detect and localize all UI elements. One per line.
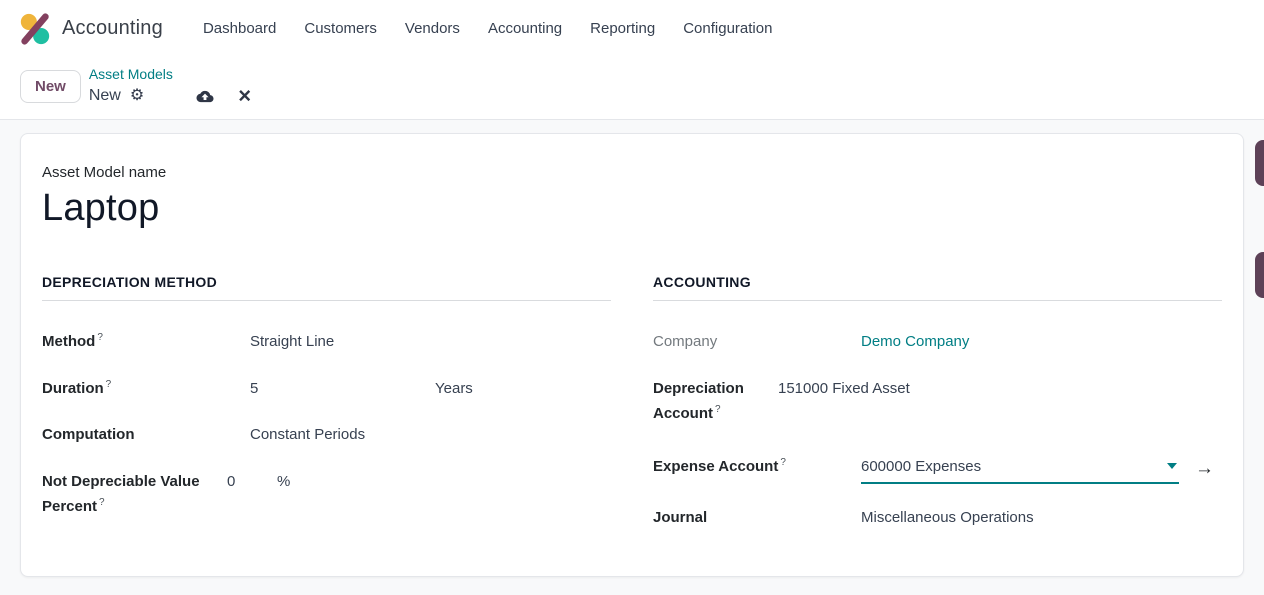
- menu-vendors[interactable]: Vendors: [391, 12, 474, 45]
- side-panel-tab-top[interactable]: [1255, 140, 1264, 186]
- duration-input[interactable]: 5: [250, 376, 435, 402]
- main-menu: Dashboard Customers Vendors Accounting R…: [189, 12, 786, 45]
- save-cloud-icon[interactable]: [194, 88, 216, 105]
- field-company: Company Demo Company: [653, 329, 1222, 355]
- company-value-link[interactable]: Demo Company: [861, 329, 969, 355]
- menu-dashboard[interactable]: Dashboard: [189, 12, 290, 45]
- duration-label: Duration: [42, 380, 104, 397]
- field-duration: Duration? 5 Years: [42, 376, 611, 402]
- percent-sign: %: [277, 469, 290, 495]
- field-depreciation-account: Depreciation Account? 151000 Fixed Asset: [653, 376, 1222, 427]
- dropdown-caret-icon[interactable]: [1167, 463, 1177, 469]
- menu-customers[interactable]: Customers: [290, 12, 391, 45]
- section-divider: [42, 300, 611, 301]
- help-icon: ?: [97, 332, 103, 343]
- field-not-depreciable-value-percent: Not Depreciable Value Percent? 0 %: [42, 469, 611, 520]
- computation-label: Computation: [42, 422, 250, 448]
- field-method: Method? Straight Line: [42, 329, 611, 355]
- method-value[interactable]: Straight Line: [250, 329, 334, 355]
- app-switcher[interactable]: Accounting: [18, 12, 163, 46]
- journal-value[interactable]: Miscellaneous Operations: [861, 505, 1034, 531]
- menu-accounting[interactable]: Accounting: [474, 12, 576, 45]
- not-depreciable-label: Not Depreciable Value Percent: [42, 473, 200, 516]
- company-label: Company: [653, 329, 861, 355]
- internal-link-arrow-icon[interactable]: →: [1195, 459, 1214, 478]
- depreciation-account-value[interactable]: 151000 Fixed Asset: [778, 376, 910, 402]
- depreciation-account-label: Depreciation Account: [653, 380, 744, 423]
- method-label: Method: [42, 333, 95, 350]
- journal-label: Journal: [653, 505, 861, 531]
- help-icon: ?: [106, 379, 112, 390]
- control-panel: New Asset Models New ⚙ ×: [0, 57, 1264, 119]
- menu-configuration[interactable]: Configuration: [669, 12, 786, 45]
- not-depreciable-input[interactable]: 0: [227, 469, 277, 495]
- side-panel-tab-bottom[interactable]: [1255, 252, 1264, 298]
- asset-model-name-label: Asset Model name: [42, 164, 1222, 181]
- menu-reporting[interactable]: Reporting: [576, 12, 669, 45]
- help-icon: ?: [780, 457, 786, 468]
- duration-unit[interactable]: Years: [435, 376, 473, 402]
- section-accounting: ACCOUNTING Company Demo Company Deprecia…: [653, 274, 1222, 552]
- asset-model-form: Asset Model name Laptop DEPRECIATION MET…: [20, 133, 1244, 577]
- section-title: ACCOUNTING: [653, 274, 1222, 290]
- field-journal: Journal Miscellaneous Operations: [653, 505, 1222, 531]
- top-navbar: Accounting Dashboard Customers Vendors A…: [0, 0, 1264, 57]
- field-computation: Computation Constant Periods: [42, 422, 611, 448]
- section-divider: [653, 300, 1222, 301]
- discard-x-icon[interactable]: ×: [238, 85, 251, 107]
- breadcrumb: Asset Models New ⚙ ×: [89, 65, 251, 107]
- expense-account-input[interactable]: 600000 Expenses: [861, 454, 1179, 485]
- breadcrumb-current: New: [89, 86, 121, 106]
- accounting-app-icon: [18, 12, 52, 46]
- new-button[interactable]: New: [20, 70, 81, 103]
- computation-value[interactable]: Constant Periods: [250, 422, 365, 448]
- breadcrumb-asset-models-link[interactable]: Asset Models: [89, 66, 173, 84]
- asset-model-name-input[interactable]: Laptop: [42, 187, 1222, 230]
- section-title: DEPRECIATION METHOD: [42, 274, 611, 290]
- field-expense-account: Expense Account? 600000 Expenses →: [653, 454, 1222, 485]
- content-area: Asset Model name Laptop DEPRECIATION MET…: [0, 120, 1264, 590]
- expense-account-value[interactable]: 600000 Expenses: [861, 454, 981, 480]
- help-icon: ?: [715, 404, 721, 415]
- expense-account-label: Expense Account: [653, 458, 778, 475]
- help-icon: ?: [99, 497, 105, 508]
- app-name: Accounting: [62, 17, 163, 40]
- app-header: Accounting Dashboard Customers Vendors A…: [0, 0, 1264, 120]
- gear-icon[interactable]: ⚙: [130, 86, 144, 106]
- section-depreciation-method: DEPRECIATION METHOD Method? Straight Lin…: [42, 274, 611, 552]
